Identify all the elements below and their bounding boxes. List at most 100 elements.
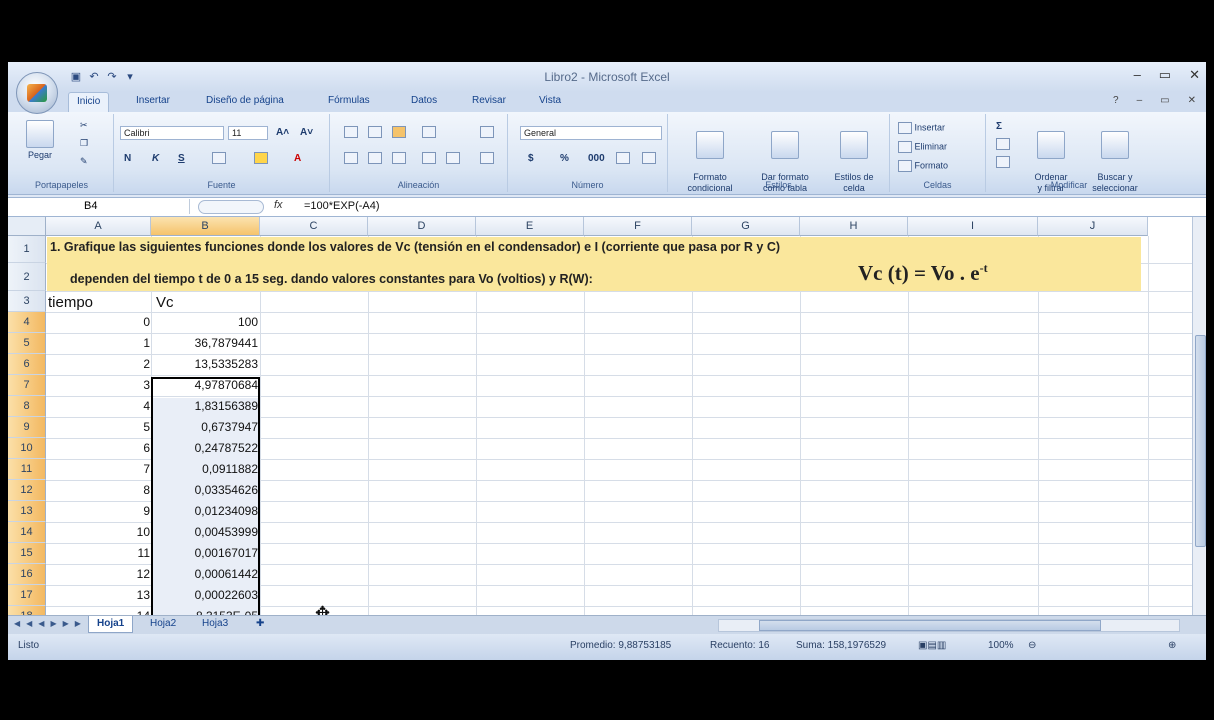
merge-center-icon[interactable]: [480, 152, 494, 166]
new-sheet-icon[interactable]: ✚: [248, 616, 272, 632]
format-cells-button[interactable]: Formato: [898, 160, 948, 172]
cell-tiempo[interactable]: 6: [47, 441, 150, 455]
row-header-13[interactable]: 13: [8, 501, 46, 522]
cell-tiempo[interactable]: 5: [47, 420, 150, 434]
row-header-12[interactable]: 12: [8, 480, 46, 501]
column-header-c[interactable]: C: [260, 217, 368, 236]
workbook-restore-button[interactable]: ▭: [1160, 95, 1169, 106]
borders-icon[interactable]: [212, 152, 226, 166]
tab-vista[interactable]: Vista: [539, 95, 561, 106]
align-center-icon[interactable]: [368, 152, 382, 166]
column-header-g[interactable]: G: [692, 217, 800, 236]
row-header-15[interactable]: 15: [8, 543, 46, 564]
header-tiempo[interactable]: tiempo: [48, 294, 93, 311]
cell-vc[interactable]: 13,5335283: [152, 357, 258, 371]
cell-tiempo[interactable]: 0: [47, 315, 150, 329]
column-header-d[interactable]: D: [368, 217, 476, 236]
insert-cells-button[interactable]: Insertar: [898, 122, 945, 134]
header-vc[interactable]: Vc: [156, 294, 174, 311]
cell-tiempo[interactable]: 12: [47, 567, 150, 581]
align-left-icon[interactable]: [344, 152, 358, 166]
help-icon[interactable]: ?: [1113, 95, 1119, 106]
bold-icon[interactable]: N: [124, 152, 131, 166]
row-header-16[interactable]: 16: [8, 564, 46, 585]
copy-icon[interactable]: ❐: [80, 138, 88, 149]
column-header-e[interactable]: E: [476, 217, 584, 236]
row-header-7[interactable]: 7: [8, 375, 46, 396]
tab-diseno-pagina[interactable]: Diseño de página: [206, 95, 284, 106]
underline-icon[interactable]: S: [178, 152, 185, 166]
column-header-b[interactable]: B: [151, 217, 260, 236]
tab-formulas[interactable]: Fórmulas: [328, 95, 370, 106]
minimize-button[interactable]: –: [1134, 67, 1141, 83]
horizontal-scrollbar[interactable]: [718, 619, 1180, 632]
formula-input[interactable]: =100*EXP(-A4): [304, 200, 380, 212]
delete-cells-button[interactable]: Eliminar: [898, 141, 947, 153]
font-name-select[interactable]: Calibri: [120, 126, 224, 140]
italic-icon[interactable]: K: [152, 152, 159, 166]
cell-tiempo[interactable]: 7: [47, 462, 150, 476]
wrap-text-icon[interactable]: [480, 126, 494, 140]
fill-color-icon[interactable]: [254, 152, 268, 166]
row-header-3[interactable]: 3: [8, 291, 46, 312]
vertical-scroll-thumb[interactable]: [1195, 335, 1206, 547]
tab-inicio[interactable]: Inicio: [68, 92, 110, 112]
workbook-close-button[interactable]: ✕: [1188, 95, 1196, 106]
maximize-button[interactable]: ▭: [1159, 67, 1171, 83]
grow-font-icon[interactable]: A˄: [276, 126, 289, 140]
cell-tiempo[interactable]: 8: [47, 483, 150, 497]
align-top-icon[interactable]: [344, 126, 358, 140]
view-buttons-icon[interactable]: ▣▤▥: [918, 640, 946, 651]
row-header-1[interactable]: 1: [8, 236, 46, 263]
row-header-6[interactable]: 6: [8, 354, 46, 375]
column-header-f[interactable]: F: [584, 217, 692, 236]
office-button[interactable]: [16, 72, 58, 114]
row-header-17[interactable]: 17: [8, 585, 46, 606]
row-header-11[interactable]: 11: [8, 459, 46, 480]
fill-icon[interactable]: [996, 138, 1010, 152]
currency-icon[interactable]: $: [528, 152, 534, 166]
row-header-2[interactable]: 2: [8, 263, 46, 291]
cell-tiempo[interactable]: 10: [47, 525, 150, 539]
row-header-18[interactable]: 18: [8, 606, 46, 615]
formula-bar-expander[interactable]: [198, 200, 264, 214]
align-middle-icon[interactable]: [368, 126, 382, 140]
format-painter-icon[interactable]: ✎: [80, 156, 88, 167]
tab-revisar[interactable]: Revisar: [472, 95, 506, 106]
align-bottom-icon[interactable]: [392, 126, 406, 140]
workbook-minimize-button[interactable]: –: [1137, 95, 1143, 106]
cell-tiempo[interactable]: 9: [47, 504, 150, 518]
cell-tiempo[interactable]: 4: [47, 399, 150, 413]
number-format-select[interactable]: General: [520, 126, 662, 140]
row-header-5[interactable]: 5: [8, 333, 46, 354]
name-box[interactable]: B4: [12, 199, 190, 214]
column-header-j[interactable]: J: [1038, 217, 1148, 236]
sheet-tab-hoja2[interactable]: Hoja2: [142, 616, 184, 632]
sheet-nav-arrows-icon[interactable]: ◀◀◀▶▶▶: [14, 619, 87, 628]
cell-tiempo[interactable]: 2: [47, 357, 150, 371]
row-header-10[interactable]: 10: [8, 438, 46, 459]
column-header-h[interactable]: H: [800, 217, 908, 236]
font-color-icon[interactable]: A: [294, 152, 301, 166]
row-header-8[interactable]: 8: [8, 396, 46, 417]
orientation-icon[interactable]: [422, 126, 436, 140]
worksheet-grid[interactable]: ABCDEFGHIJ 12345678910111213141516171819…: [8, 217, 1192, 615]
percent-icon[interactable]: %: [560, 152, 569, 166]
column-header-i[interactable]: I: [908, 217, 1038, 236]
shrink-font-icon[interactable]: A˅: [300, 126, 313, 140]
zoom-in-icon[interactable]: ⊕: [1168, 640, 1176, 651]
zoom-level[interactable]: 100%: [988, 640, 1014, 651]
cell-vc[interactable]: 100: [152, 315, 258, 329]
increase-decimal-icon[interactable]: [616, 152, 630, 166]
cell-tiempo[interactable]: 3: [47, 378, 150, 392]
comma-style-icon[interactable]: 000: [588, 152, 605, 166]
decrease-decimal-icon[interactable]: [642, 152, 656, 166]
column-header-a[interactable]: A: [46, 217, 151, 236]
sheet-tab-hoja3[interactable]: Hoja3: [194, 616, 236, 632]
close-button[interactable]: ✕: [1189, 67, 1200, 83]
decrease-indent-icon[interactable]: [422, 152, 436, 166]
select-all-corner[interactable]: [8, 217, 46, 236]
font-size-select[interactable]: 11: [228, 126, 268, 140]
cell-tiempo[interactable]: 11: [47, 546, 150, 560]
row-header-9[interactable]: 9: [8, 417, 46, 438]
